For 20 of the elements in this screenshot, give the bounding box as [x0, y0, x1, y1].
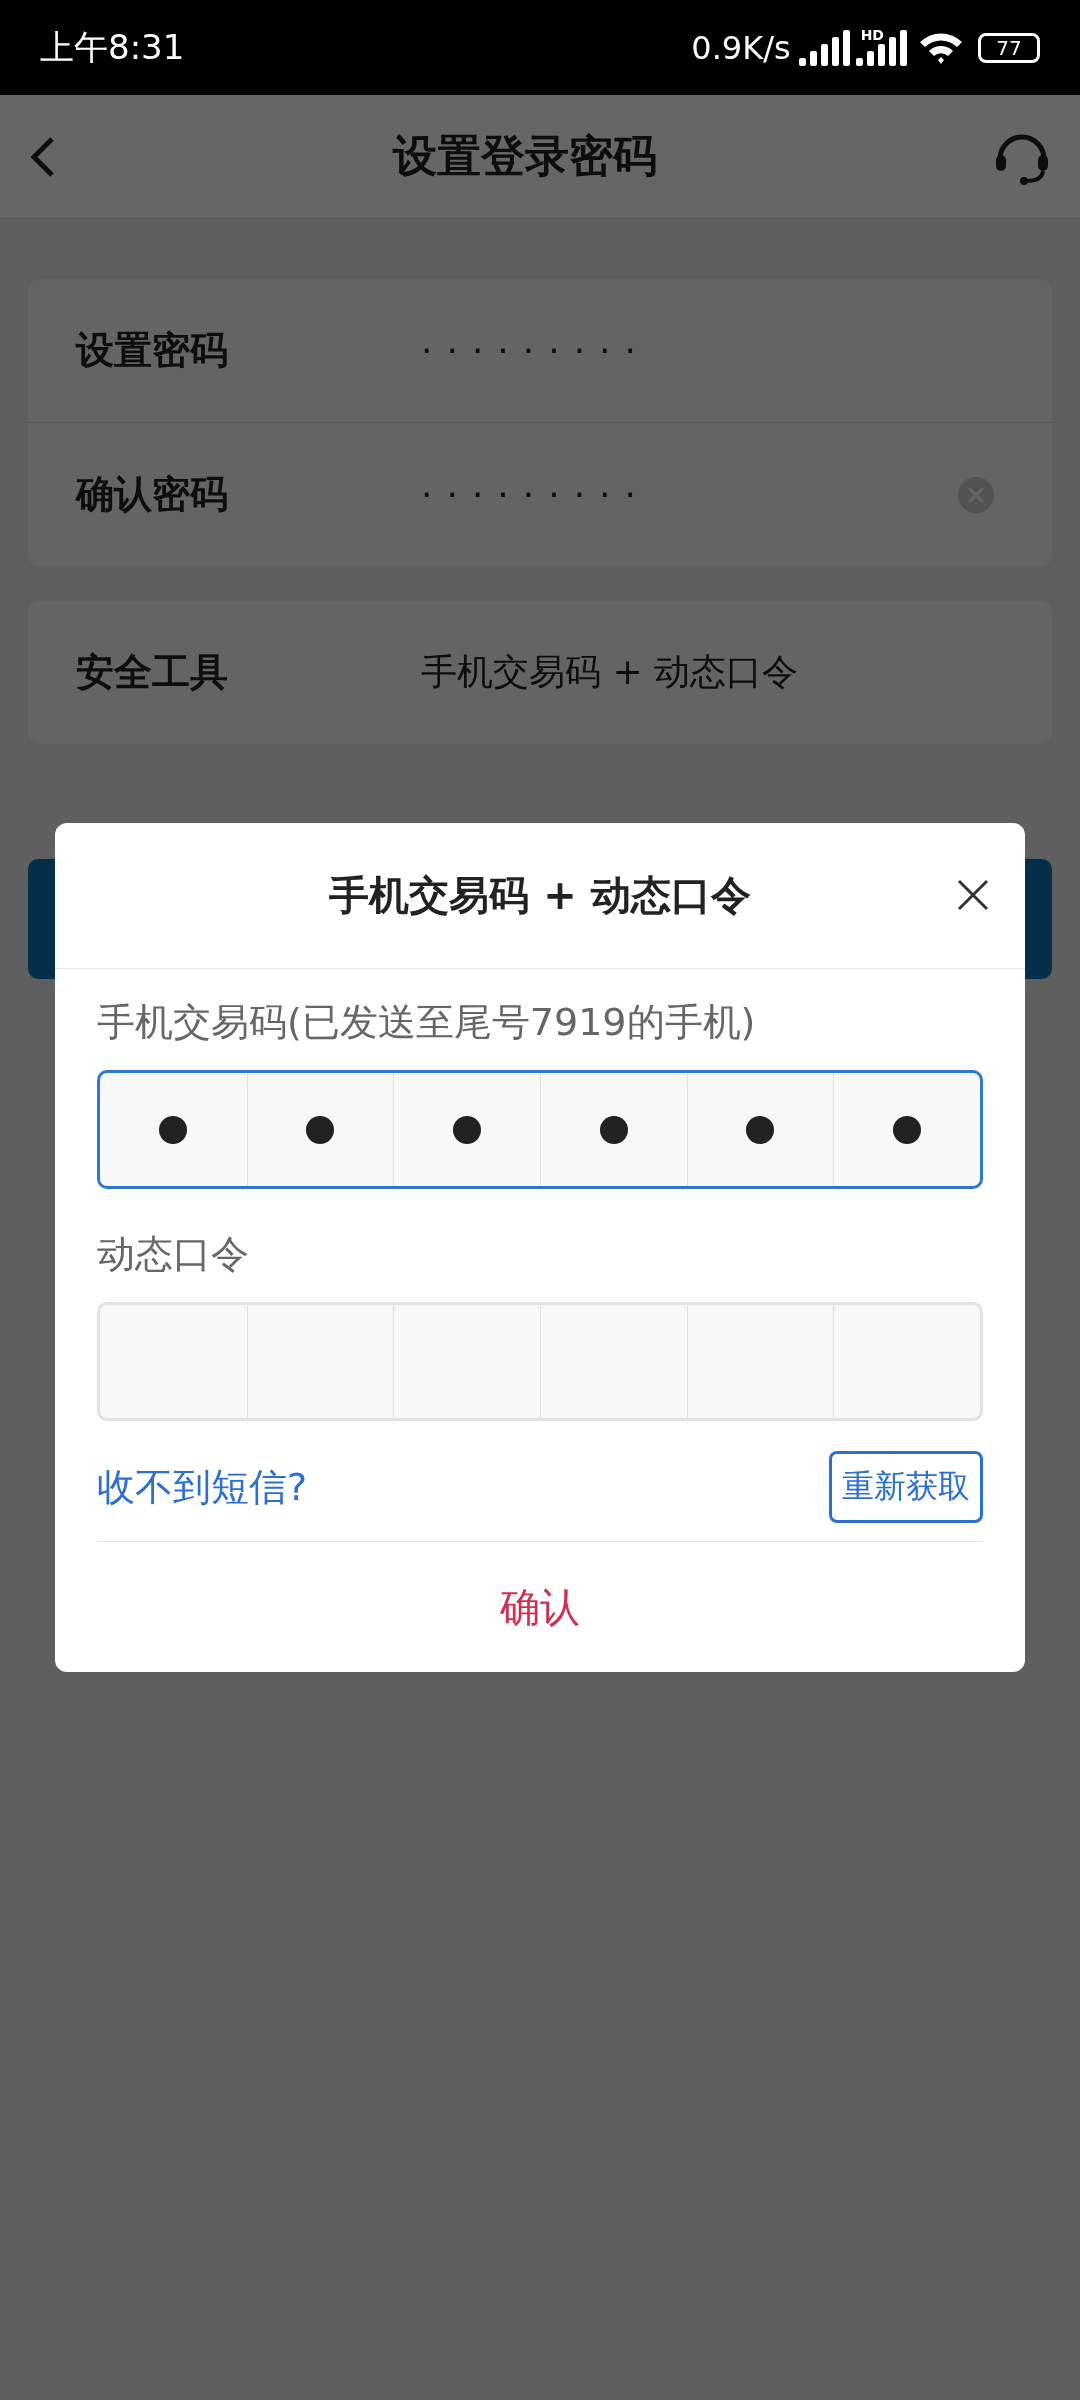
field-label: 动态口令 — [97, 1231, 250, 1278]
dialog-title: 手机交易码 + 动态口令 — [329, 871, 751, 920]
signal-icon — [798, 29, 853, 66]
network-type-label: HD — [860, 26, 884, 43]
tool-value[interactable]: 手机交易码 + 动态口令 — [421, 648, 994, 697]
resend-button[interactable]: 重新获取 — [829, 1451, 983, 1523]
status-time: 上午8:31 — [40, 25, 185, 69]
confirm-button[interactable]: 确认 — [97, 1542, 983, 1672]
help-link[interactable]: 收不到短信? — [97, 1461, 308, 1513]
field-label: 手机交易码(已发送至尾号7919的手机) — [97, 999, 757, 1046]
signal-icon — [856, 29, 910, 66]
password-field[interactable]: ········· — [421, 330, 994, 371]
network-speed: 0.9K/s — [691, 28, 791, 67]
page-title: 设置登录密码 — [393, 129, 657, 183]
battery-icon: 77 — [978, 32, 1040, 63]
password-field[interactable]: ········· — [421, 474, 958, 515]
field-label: 安全工具 — [76, 649, 229, 696]
field-label: 设置密码 — [76, 327, 229, 374]
field-label: 确认密码 — [76, 471, 229, 518]
code-input[interactable] — [97, 1070, 983, 1189]
